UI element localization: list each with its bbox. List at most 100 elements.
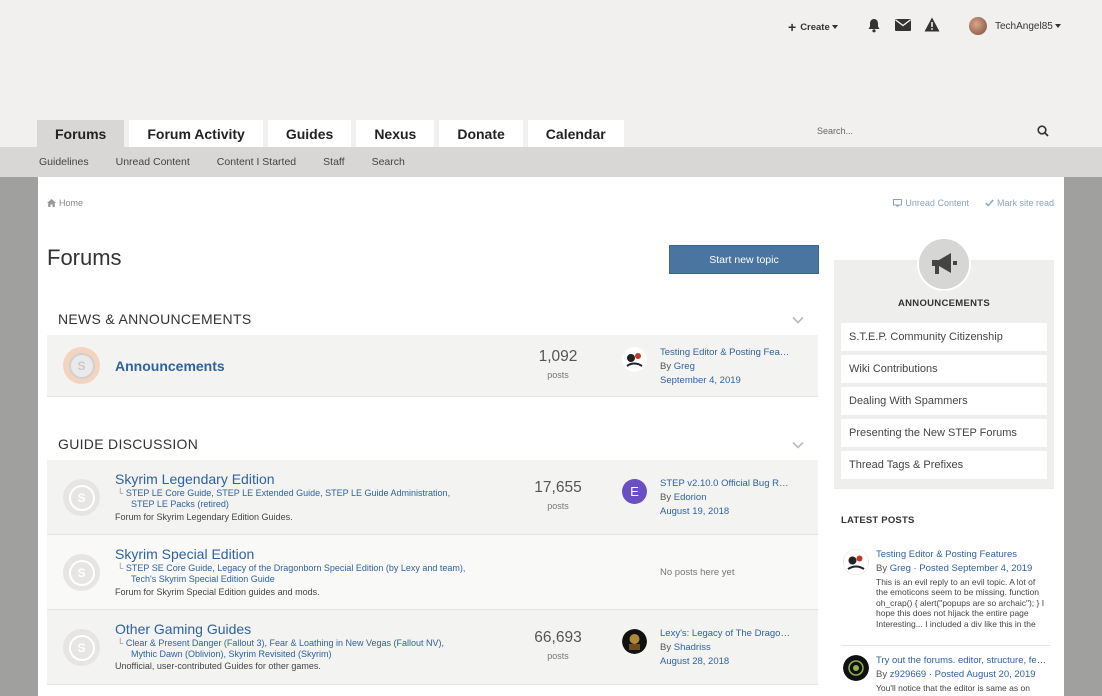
search-icon[interactable] bbox=[1037, 125, 1049, 137]
subforum-list: └ STEP SE Core Guide, Legacy of the Drag… bbox=[117, 563, 497, 584]
author-link[interactable]: Shadriss bbox=[674, 642, 711, 653]
no-posts-text: No posts here yet bbox=[660, 567, 735, 578]
avatar[interactable] bbox=[622, 629, 647, 654]
last-post-date[interactable]: August 19, 2018 bbox=[660, 506, 729, 517]
last-post-title[interactable]: Lexy's: Legacy of The Dragonborn bbox=[660, 628, 790, 639]
search-input[interactable]: Search... bbox=[817, 126, 1037, 136]
announcement-item[interactable]: S.T.E.P. Community Citizenship bbox=[841, 323, 1047, 351]
warning-icon[interactable] bbox=[924, 17, 940, 32]
avatar[interactable] bbox=[843, 549, 869, 575]
forum-title[interactable]: Announcements bbox=[115, 358, 225, 374]
forum-title[interactable]: Other Gaming Guides bbox=[115, 621, 251, 637]
divider bbox=[841, 645, 1051, 646]
avatar bbox=[969, 17, 987, 35]
announcement-item[interactable]: Dealing With Spammers bbox=[841, 387, 1047, 415]
last-post-date[interactable]: August 28, 2018 bbox=[660, 656, 729, 667]
subforum-links[interactable]: Mythic Dawn (Oblivion), Skyrim Revisited… bbox=[131, 649, 332, 659]
subforum-list: └ Clear & Present Danger (Fallout 3), Fe… bbox=[117, 638, 497, 659]
forum-description: Forum for Skyrim Legendary Edition Guide… bbox=[115, 512, 293, 522]
subforum-links[interactable]: STEP LE Packs (retired) bbox=[131, 499, 229, 509]
forum-description: Unofficial, user-contributed Guides for … bbox=[115, 661, 321, 671]
by-label: By bbox=[660, 492, 672, 503]
forum-unread-icon: S bbox=[63, 347, 100, 384]
avatar[interactable] bbox=[843, 655, 869, 681]
subnav-guidelines[interactable]: Guidelines bbox=[39, 156, 89, 168]
last-post-title[interactable]: Testing Editor & Posting Features bbox=[660, 347, 790, 358]
author-link[interactable]: Greg bbox=[890, 563, 911, 574]
subforum-links[interactable]: Tech's Skyrim Special Edition Guide bbox=[131, 574, 275, 584]
avatar[interactable]: E bbox=[622, 479, 647, 504]
forum-title[interactable]: Skyrim Legendary Edition bbox=[115, 471, 275, 487]
unread-content-link[interactable]: Unread Content bbox=[893, 198, 969, 208]
subnav-staff[interactable]: Staff bbox=[323, 156, 344, 168]
forum-title[interactable]: Skyrim Special Edition bbox=[115, 546, 254, 562]
post-count-label: posts bbox=[547, 370, 569, 380]
forum-row-announcements[interactable]: S Announcements 1,092 posts Testing Edit… bbox=[47, 335, 818, 397]
author-link[interactable]: Edorion bbox=[674, 492, 707, 503]
tab-guides[interactable]: Guides bbox=[267, 120, 352, 147]
post-count: 1,092 bbox=[538, 348, 578, 365]
envelope-icon[interactable] bbox=[895, 19, 911, 31]
start-new-topic-button[interactable]: Start new topic bbox=[669, 245, 819, 274]
forum-row-other-gaming-guides[interactable]: S Other Gaming Guides └ Clear & Present … bbox=[47, 610, 818, 685]
post-count-label: posts bbox=[547, 501, 569, 511]
unread-content-label: Unread Content bbox=[905, 198, 969, 208]
last-post-date[interactable]: September 4, 2019 bbox=[660, 375, 741, 386]
last-post-title[interactable]: STEP v2.10.0 Official Bug Reports bbox=[660, 478, 790, 489]
latest-post-title[interactable]: Testing Editor & Posting Features bbox=[876, 549, 1051, 560]
tab-donate[interactable]: Donate bbox=[439, 120, 523, 147]
mark-site-read-link[interactable]: Mark site read bbox=[985, 198, 1054, 208]
announcement-badge bbox=[917, 237, 971, 291]
avatar[interactable] bbox=[622, 347, 647, 372]
chevron-down-icon[interactable] bbox=[792, 314, 804, 326]
author-link[interactable]: z929669 bbox=[890, 669, 926, 680]
create-menu[interactable]: + Create bbox=[788, 19, 838, 35]
megaphone-icon bbox=[932, 253, 957, 274]
section-title-news: NEWS & ANNOUNCEMENTS bbox=[58, 311, 252, 327]
forum-row-skyrim-se[interactable]: S Skyrim Special Edition └ STEP SE Core … bbox=[47, 535, 818, 610]
tab-forum-activity[interactable]: Forum Activity bbox=[129, 120, 263, 147]
section-title-guide-discussion: GUIDE DISCUSSION bbox=[58, 436, 199, 452]
subforum-hook-icon: └ bbox=[117, 638, 126, 648]
latest-post-meta: By Greg · Posted September 4, 2019 bbox=[876, 563, 1032, 574]
announcements-heading: ANNOUNCEMENTS bbox=[897, 298, 991, 309]
subforum-links[interactable]: STEP SE Core Guide, Legacy of the Dragon… bbox=[126, 563, 466, 573]
forum-row-skyrim-le[interactable]: S Skyrim Legendary Edition └ STEP LE Cor… bbox=[47, 460, 818, 535]
chevron-down-icon bbox=[1054, 24, 1061, 28]
mark-site-read-label: Mark site read bbox=[996, 198, 1054, 208]
check-icon bbox=[985, 199, 994, 207]
author-link[interactable]: Greg bbox=[674, 361, 695, 372]
forum-read-icon: S bbox=[63, 479, 100, 516]
subforum-hook-icon: └ bbox=[117, 563, 126, 573]
chevron-down-icon bbox=[831, 25, 838, 29]
user-menu[interactable]: TechAngel85 bbox=[969, 17, 1061, 35]
tab-forums[interactable]: Forums bbox=[37, 120, 125, 147]
tab-nexus[interactable]: Nexus bbox=[356, 120, 435, 147]
posted-date[interactable]: · Posted September 4, 2019 bbox=[914, 563, 1033, 574]
create-label: Create bbox=[800, 21, 830, 33]
plus-icon: + bbox=[788, 19, 797, 35]
chevron-down-icon[interactable] bbox=[792, 439, 804, 451]
by-label: By bbox=[660, 361, 672, 372]
tab-calendar[interactable]: Calendar bbox=[527, 120, 624, 147]
breadcrumb-actions: Unread Content Mark site read bbox=[893, 198, 1054, 208]
breadcrumb-home[interactable]: Home bbox=[59, 198, 83, 208]
latest-post-excerpt: This is an evil reply to an evil topic. … bbox=[876, 577, 1045, 629]
subnav-unread-content[interactable]: Unread Content bbox=[116, 156, 190, 168]
latest-post-title[interactable]: Try out the forums. editor, structure, f… bbox=[876, 655, 1051, 666]
announcement-item[interactable]: Thread Tags & Prefixes bbox=[841, 451, 1047, 479]
subnav-content-i-started[interactable]: Content I Started bbox=[217, 156, 296, 168]
bell-icon[interactable] bbox=[867, 18, 881, 33]
search-box[interactable]: Search... bbox=[817, 122, 1057, 140]
subforum-list: └ STEP LE Core Guide, STEP LE Extended G… bbox=[117, 488, 497, 509]
page-title: Forums bbox=[47, 245, 122, 270]
by-label: By bbox=[660, 642, 672, 653]
subnav-search[interactable]: Search bbox=[372, 156, 405, 168]
announcement-item[interactable]: Presenting the New STEP Forums bbox=[841, 419, 1047, 447]
subforum-links[interactable]: Clear & Present Danger (Fallout 3), Fear… bbox=[126, 638, 444, 648]
by-label: By bbox=[876, 669, 888, 680]
subforum-hook-icon: └ bbox=[117, 488, 126, 498]
announcement-item[interactable]: Wiki Contributions bbox=[841, 355, 1047, 383]
posted-date[interactable]: · Posted August 20, 2019 bbox=[929, 669, 1036, 680]
subforum-links[interactable]: STEP LE Core Guide, STEP LE Extended Gui… bbox=[126, 488, 450, 498]
